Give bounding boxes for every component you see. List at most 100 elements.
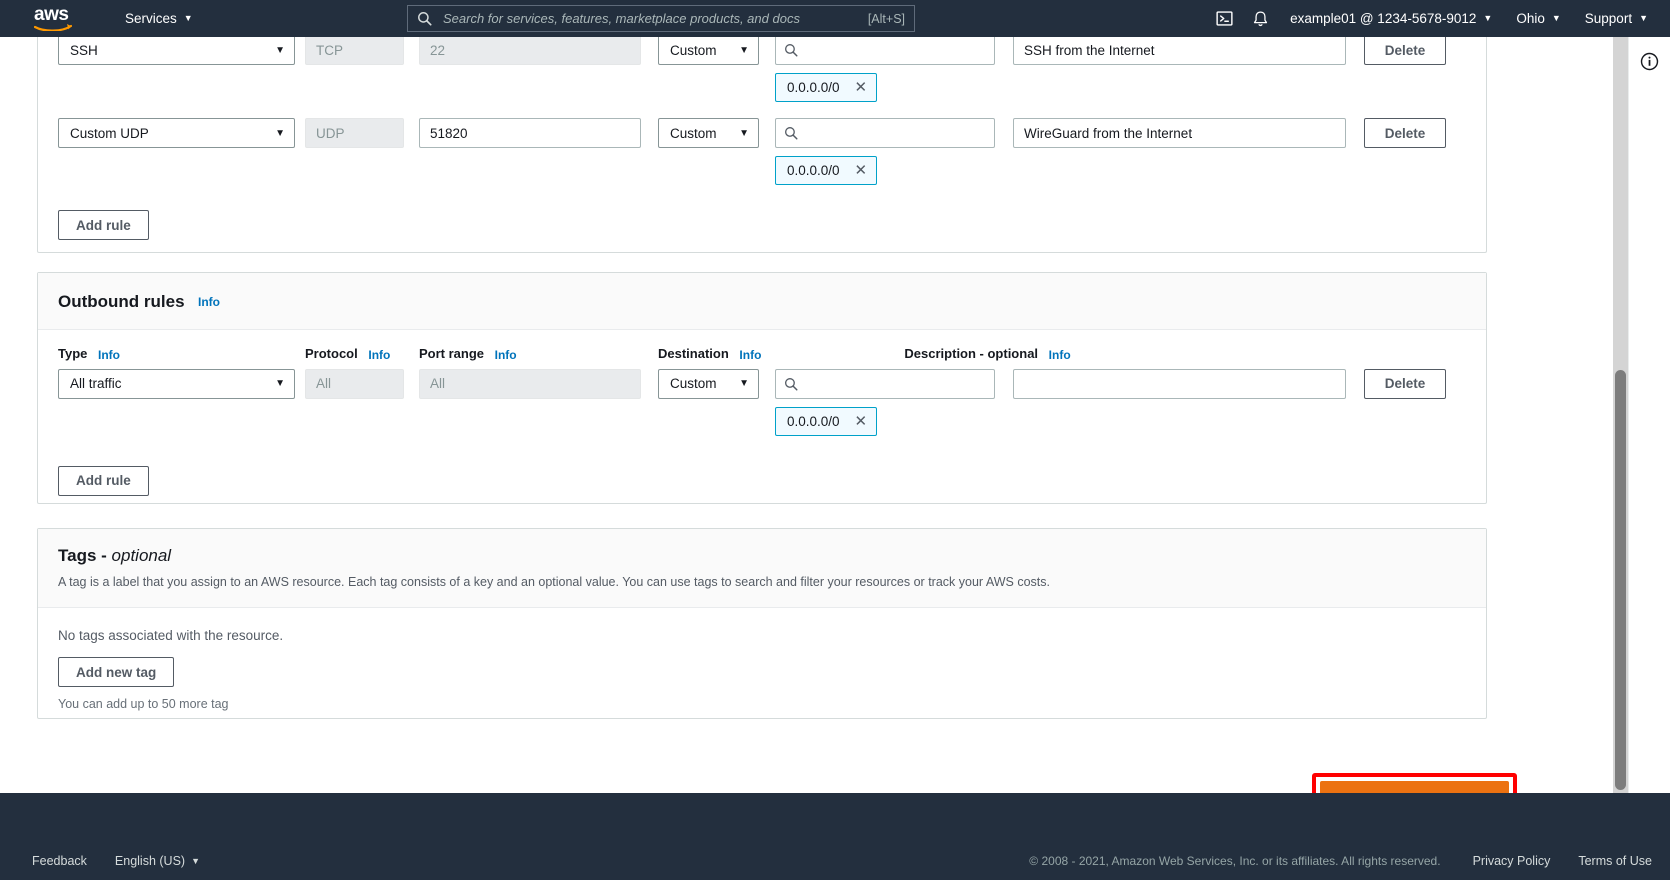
page-scrollbar-thumb[interactable]	[1615, 370, 1626, 790]
outbound-destination-chip-label: 0.0.0.0/0	[787, 414, 840, 429]
language-selector[interactable]: English (US) ▼	[101, 854, 214, 868]
chevron-down-icon: ▼	[275, 128, 285, 139]
chevron-down-icon: ▼	[275, 45, 285, 56]
outbound-col-port-label: Port range	[419, 346, 484, 361]
outbound-protocol-field: All	[305, 369, 404, 399]
inbound-port-field: 22	[419, 37, 641, 65]
inbound-type-select[interactable]: Custom UDP ▼	[58, 118, 295, 148]
footer-left-group: Feedback English (US) ▼	[18, 854, 214, 868]
outbound-col-description: Description - optional Info	[904, 346, 1237, 369]
outbound-type-cell: All traffic ▼	[58, 369, 295, 399]
inbound-rules-body: SSH ▼ TCP 22	[38, 37, 1486, 262]
add-new-tag-button[interactable]: Add new tag	[58, 657, 174, 687]
outbound-port-info-link[interactable]: Info	[495, 348, 517, 362]
inbound-rule-row: SSH ▼ TCP 22	[58, 37, 1466, 102]
inbound-port-value: 22	[430, 43, 445, 58]
aws-wordmark: aws	[34, 5, 78, 24]
close-icon[interactable]: ✕	[852, 161, 871, 180]
outbound-col-type-label: Type	[58, 346, 87, 361]
inbound-type-cell: Custom UDP ▼	[58, 118, 295, 148]
inbound-type-cell: SSH ▼	[58, 37, 295, 65]
feedback-link[interactable]: Feedback	[18, 854, 101, 868]
outbound-description-input[interactable]	[1013, 369, 1346, 399]
outbound-type-select[interactable]: All traffic ▼	[58, 369, 295, 399]
outbound-col-port: Port range Info	[419, 346, 641, 369]
outbound-destination-cell: 0.0.0.0/0 ✕	[775, 369, 995, 436]
chevron-down-icon: ▼	[184, 14, 193, 23]
outbound-protocol-cell: All	[305, 369, 404, 399]
inbound-add-rule-button[interactable]: Add rule	[58, 210, 149, 240]
outbound-description-info-link[interactable]: Info	[1049, 348, 1071, 362]
outbound-col-type: Type Info	[58, 346, 295, 369]
inbound-port-input[interactable]	[419, 118, 641, 148]
inbound-source-search[interactable]	[775, 118, 995, 148]
chevron-down-icon: ▼	[1552, 14, 1561, 23]
global-search[interactable]: [Alt+S]	[407, 5, 915, 32]
services-menu[interactable]: Services ▼	[125, 11, 193, 26]
aws-console-page: aws Services ▼ [Alt+S]	[0, 0, 1670, 880]
inbound-source-input[interactable]	[805, 125, 986, 142]
copyright-text: © 2008 - 2021, Amazon Web Services, Inc.…	[1029, 854, 1458, 868]
page-footer: Feedback English (US) ▼ © 2008 - 2021, A…	[0, 793, 1670, 880]
outbound-type-info-link[interactable]: Info	[98, 348, 120, 362]
outbound-port-value: All	[430, 376, 445, 391]
outbound-rules-title: Outbound rules	[58, 292, 185, 312]
inbound-source-select[interactable]: Custom ▼	[658, 118, 759, 148]
feedback-link-label: Feedback	[32, 854, 87, 868]
terms-of-use-link[interactable]: Terms of Use	[1564, 854, 1652, 868]
outbound-delete-button[interactable]: Delete	[1364, 369, 1446, 399]
region-menu-label: Ohio	[1516, 11, 1545, 26]
cloudshell-button[interactable]	[1206, 0, 1242, 37]
inbound-source-search[interactable]	[775, 37, 995, 65]
outbound-rules-body: Type Info Protocol Info Port range	[38, 330, 1486, 496]
inbound-source-chip[interactable]: 0.0.0.0/0 ✕	[775, 73, 877, 102]
outbound-type-value: All traffic	[70, 376, 122, 391]
inbound-description-input[interactable]	[1013, 37, 1346, 65]
region-menu[interactable]: Ohio ▼	[1504, 0, 1572, 37]
account-menu[interactable]: example01 @ 1234-5678-9012 ▼	[1278, 0, 1504, 37]
inbound-delete-cell: Delete	[1364, 37, 1446, 65]
inbound-source-chip-label: 0.0.0.0/0	[787, 80, 840, 95]
chevron-down-icon: ▼	[275, 378, 285, 389]
info-circle-icon[interactable]	[1640, 52, 1659, 793]
inbound-type-select[interactable]: SSH ▼	[58, 37, 295, 65]
chevron-down-icon: ▼	[739, 45, 749, 56]
notifications-button[interactable]	[1242, 0, 1278, 37]
bell-icon	[1252, 10, 1269, 28]
support-menu[interactable]: Support ▼	[1573, 0, 1670, 37]
aws-logo[interactable]: aws	[34, 5, 78, 33]
search-input[interactable]	[441, 10, 862, 27]
inbound-delete-button[interactable]: Delete	[1364, 37, 1446, 65]
outbound-destination-chip[interactable]: 0.0.0.0/0 ✕	[775, 407, 877, 436]
page-scrollbar-track[interactable]	[1613, 37, 1628, 793]
outbound-rules-header: Outbound rules Info	[38, 273, 1486, 330]
outbound-destination-select[interactable]: Custom ▼	[658, 369, 759, 399]
inbound-delete-button[interactable]: Delete	[1364, 118, 1446, 148]
outbound-info-link[interactable]: Info	[198, 295, 220, 309]
inbound-source-select[interactable]: Custom ▼	[658, 37, 759, 65]
search-icon	[417, 11, 432, 26]
outbound-column-headers: Type Info Protocol Info Port range	[58, 330, 1466, 369]
outbound-destination-info-link[interactable]: Info	[739, 348, 761, 362]
chevron-down-icon: ▼	[739, 128, 749, 139]
outbound-protocol-value: All	[316, 376, 331, 391]
close-icon[interactable]: ✕	[852, 412, 871, 431]
outbound-destination-input[interactable]	[805, 375, 986, 392]
close-icon[interactable]: ✕	[852, 78, 871, 97]
inbound-source-cell: 0.0.0.0/0 ✕	[775, 37, 995, 102]
outbound-add-rule-button[interactable]: Add rule	[58, 466, 149, 496]
tags-empty-text: No tags associated with the resource.	[58, 628, 1466, 643]
inbound-description-input[interactable]	[1013, 118, 1346, 148]
inbound-protocol-cell: UDP	[305, 118, 404, 148]
inbound-source-chip[interactable]: 0.0.0.0/0 ✕	[775, 156, 877, 185]
inbound-source-input[interactable]	[805, 42, 986, 59]
outbound-col-protocol-label: Protocol	[305, 346, 358, 361]
outbound-col-destination: Destination Info	[658, 346, 761, 369]
privacy-policy-link[interactable]: Privacy Policy	[1459, 854, 1565, 868]
create-security-group-button[interactable]: Create security group	[1320, 781, 1509, 793]
inbound-rules-card: SSH ▼ TCP 22	[37, 37, 1487, 253]
search-icon	[784, 377, 798, 391]
footer-right-group: © 2008 - 2021, Amazon Web Services, Inc.…	[1029, 854, 1652, 868]
outbound-destination-search[interactable]	[775, 369, 995, 399]
outbound-protocol-info-link[interactable]: Info	[368, 348, 390, 362]
